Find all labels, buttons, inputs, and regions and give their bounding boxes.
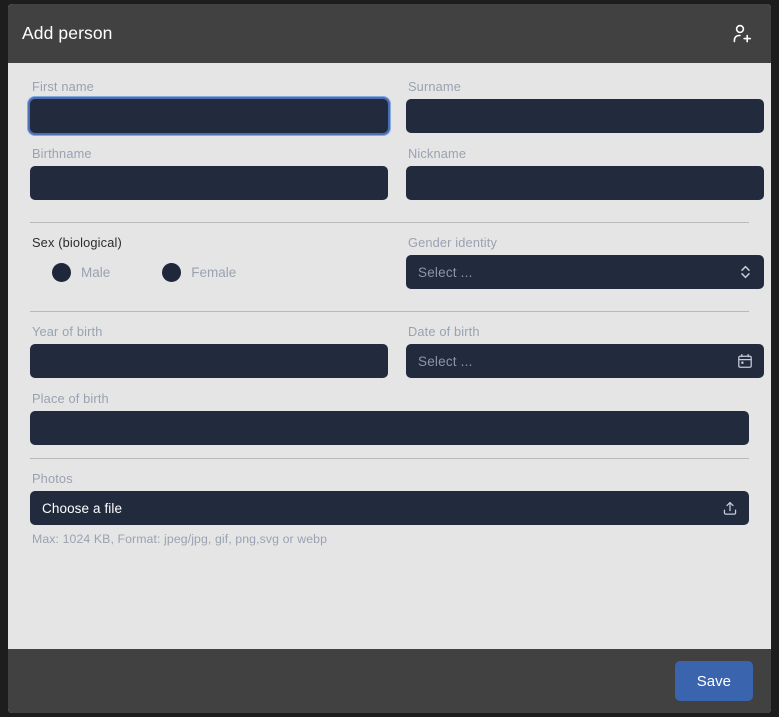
add-person-dialog: Add person First name Surname Birthname … xyxy=(8,4,771,713)
birthname-input[interactable] xyxy=(30,166,388,200)
sex-radio-group: Male Female xyxy=(30,255,388,289)
birthname-label: Birthname xyxy=(32,146,92,161)
year-of-birth-input[interactable] xyxy=(30,344,388,378)
gender-identity-label: Gender identity xyxy=(408,235,498,250)
first-name-input[interactable] xyxy=(30,99,388,133)
divider-3 xyxy=(30,458,749,459)
field-birthname: Birthname xyxy=(30,146,388,200)
first-name-label: First name xyxy=(32,79,94,94)
nickname-input[interactable] xyxy=(406,166,764,200)
save-button[interactable]: Save xyxy=(674,661,753,701)
birth-row: Year of birth Date of birth Select ... xyxy=(30,324,764,391)
page-title: Add person xyxy=(22,23,113,43)
field-year-of-birth: Year of birth xyxy=(30,324,388,378)
field-surname: Surname xyxy=(406,79,764,133)
nickname-label: Nickname xyxy=(408,146,467,161)
divider-2 xyxy=(30,311,749,312)
radio-female[interactable]: Female xyxy=(162,262,237,282)
surname-label: Surname xyxy=(408,79,461,94)
radio-label-male: Male xyxy=(81,264,111,280)
radio-dot-female[interactable] xyxy=(162,262,182,282)
photos-hint: Max: 1024 KB, Format: jpeg/jpg, gif, png… xyxy=(32,532,328,546)
place-of-birth-input[interactable] xyxy=(30,411,749,445)
names-row-2: Birthname Nickname xyxy=(30,146,764,213)
radio-dot-male[interactable] xyxy=(52,262,71,282)
choose-file-button[interactable]: Choose a file xyxy=(30,491,749,525)
radio-male[interactable]: Male xyxy=(52,262,111,282)
field-sex: Sex (biological) Male Female xyxy=(30,235,388,289)
gender-identity-value: Select ... xyxy=(418,264,473,280)
divider-1 xyxy=(30,222,749,223)
gender-identity-select[interactable]: Select ... xyxy=(406,255,764,289)
field-place-of-birth: Place of birth xyxy=(30,391,749,445)
date-of-birth-picker[interactable]: Select ... xyxy=(406,344,764,378)
dialog-footer: Save xyxy=(8,649,771,713)
field-first-name: First name xyxy=(30,79,388,133)
field-photos: Photos Choose a file Max: 1024 KB, Forma… xyxy=(30,471,749,546)
field-gender-identity: Gender identity Select ... xyxy=(406,235,764,289)
chevron-up-down-icon[interactable] xyxy=(737,264,753,280)
person-add-icon[interactable] xyxy=(727,19,757,49)
choose-file-label: Choose a file xyxy=(42,500,123,516)
place-of-birth-label: Place of birth xyxy=(32,391,109,406)
sex-label: Sex (biological) xyxy=(32,235,122,250)
field-date-of-birth: Date of birth Select ... xyxy=(406,324,764,378)
date-of-birth-label: Date of birth xyxy=(408,324,480,339)
field-nickname: Nickname xyxy=(406,146,764,200)
upload-icon[interactable] xyxy=(722,500,738,516)
calendar-icon[interactable] xyxy=(737,353,753,369)
names-row-1: First name Surname xyxy=(30,79,764,146)
surname-input[interactable] xyxy=(406,99,764,133)
photos-label: Photos xyxy=(32,471,73,486)
year-of-birth-label: Year of birth xyxy=(32,324,103,339)
dialog-body: First name Surname Birthname Nickname Se… xyxy=(8,63,771,649)
date-of-birth-value: Select ... xyxy=(418,353,473,369)
radio-label-female: Female xyxy=(191,264,237,280)
dialog-header: Add person xyxy=(8,4,771,63)
gender-row: Sex (biological) Male Female Gender iden… xyxy=(30,235,764,302)
